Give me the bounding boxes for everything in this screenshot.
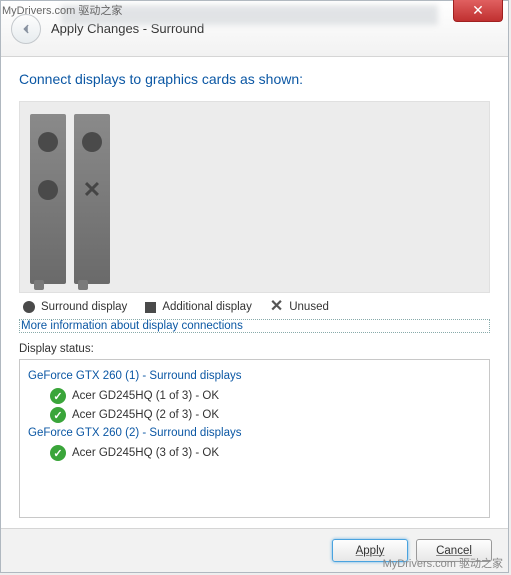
legend-label: Additional display <box>162 301 252 313</box>
gpu-title: GeForce GTX 260 (1) - Surround displays <box>28 370 481 382</box>
circle-icon <box>23 301 35 313</box>
watermark-top-left: MyDrivers.com 驱动之家 <box>2 2 122 18</box>
close-icon: ✕ <box>472 2 484 19</box>
gpu-card-1 <box>30 114 66 284</box>
square-icon <box>145 302 156 313</box>
legend-surround: Surround display <box>23 301 127 313</box>
display-text: Acer GD245HQ (3 of 3) - OK <box>72 447 219 459</box>
legend-label: Surround display <box>41 301 127 313</box>
unused-port-icon: ✕ <box>82 180 102 200</box>
display-text: Acer GD245HQ (2 of 3) - OK <box>72 409 219 421</box>
watermark-bottom-right: MyDrivers.com 驱动之家 <box>383 555 503 571</box>
status-box: GeForce GTX 260 (1) - Surround displays … <box>19 359 490 518</box>
legend: Surround display Additional display ✕ Un… <box>19 293 490 317</box>
display-row: ✓ Acer GD245HQ (2 of 3) - OK <box>50 407 481 423</box>
ok-check-icon: ✓ <box>50 388 66 404</box>
status-label: Display status: <box>19 343 490 355</box>
arrow-left-icon <box>19 22 33 36</box>
display-row: ✓ Acer GD245HQ (3 of 3) - OK <box>50 445 481 461</box>
gpu-card-2: ✕ <box>74 114 110 284</box>
surround-port-icon <box>82 132 102 152</box>
legend-unused: ✕ Unused <box>270 301 329 313</box>
gpu-title: GeForce GTX 260 (2) - Surround displays <box>28 427 481 439</box>
display-text: Acer GD245HQ (1 of 3) - OK <box>72 390 219 402</box>
more-info-link[interactable]: More information about display connectio… <box>19 319 490 333</box>
surround-port-icon <box>38 180 58 200</box>
window-close-button[interactable]: ✕ <box>453 0 503 22</box>
display-row: ✓ Acer GD245HQ (1 of 3) - OK <box>50 388 481 404</box>
ok-check-icon: ✓ <box>50 407 66 423</box>
back-button[interactable] <box>11 14 41 44</box>
instruction-text: Connect displays to graphics cards as sh… <box>19 71 490 87</box>
connection-diagram: ✕ <box>19 101 490 293</box>
legend-label: Unused <box>289 301 329 313</box>
dialog-window: Apply Changes - Surround Connect display… <box>0 0 509 573</box>
dialog-content: Connect displays to graphics cards as sh… <box>1 57 508 528</box>
x-icon: ✕ <box>270 301 283 313</box>
ok-check-icon: ✓ <box>50 445 66 461</box>
legend-additional: Additional display <box>145 301 252 313</box>
surround-port-icon <box>38 132 58 152</box>
